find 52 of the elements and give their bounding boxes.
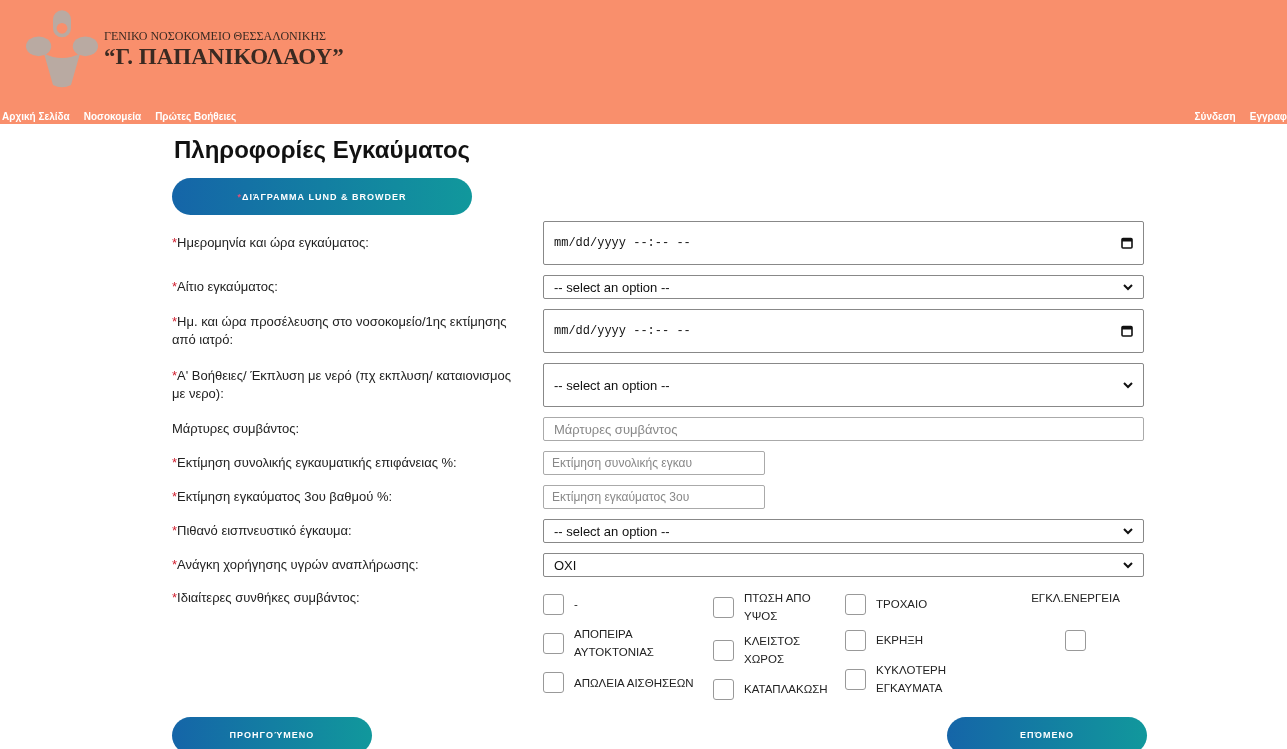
field-label: *Ημ. και ώρα προσέλευσης στο νοσοκομείο/1ης εκτίμησης από ιατρό: bbox=[172, 313, 508, 349]
previous-button[interactable]: ΠΡΟΗΓΟΎΜΕΝΟ bbox=[172, 716, 372, 749]
checkbox[interactable] bbox=[543, 593, 564, 615]
checkbox[interactable] bbox=[845, 593, 866, 615]
input-field[interactable]: Μάρτυρες συμβάντος bbox=[543, 417, 1144, 441]
chevron-icon bbox=[1123, 283, 1133, 291]
checkbox-label: ΑΠΟΠΕΙΡΑ ΑΥΤΟΚΤΟΝΙΑΣ bbox=[574, 627, 655, 661]
checkbox-label: ΑΠΩΛΕΙΑ ΑΙΣΘΗΣΕΩΝ bbox=[574, 675, 694, 691]
chevron-icon bbox=[1123, 527, 1133, 535]
checkbox-label: ΚΛΕΙΣΤΟΣ ΧΩΡΟΣ bbox=[744, 633, 802, 668]
logo-icon bbox=[26, 8, 98, 90]
next-button[interactable]: ΕΠΌΜΕΝΟ bbox=[947, 716, 1147, 749]
checkbox-label: ΚΑΤΑΠΛΑΚΩΣΗ bbox=[744, 682, 828, 698]
field-label: *Αίτιο εγκαύματος: bbox=[172, 278, 279, 296]
checkbox[interactable] bbox=[713, 596, 734, 618]
checkbox[interactable] bbox=[1065, 629, 1086, 651]
checkbox[interactable] bbox=[845, 629, 866, 651]
checkbox-label: ΕΚΡΗΞΗ bbox=[876, 632, 924, 648]
checkbox-label: ΚΥΚΛΟΤΕΡΗ ΕΓΚΑΥΜΑΤΑ bbox=[876, 663, 948, 697]
select-field[interactable]: -- select an option -- bbox=[543, 363, 1144, 407]
checkbox[interactable] bbox=[713, 679, 734, 701]
select-field[interactable]: -- select an option -- bbox=[543, 275, 1144, 299]
checkbox-label: ΠΤΩΣΗ ΑΠΟ ΥΨΟΣ bbox=[744, 591, 812, 625]
option-label: ΕΓΚΛ.ΕΝΕΡΓΕΙΑ bbox=[1031, 591, 1120, 606]
datetime-field[interactable]: mm/dd/yyyy --:-- -- bbox=[543, 309, 1144, 353]
select-field[interactable]: ΟΧΙ bbox=[543, 553, 1144, 577]
checkbox-label: ΤΡΟΧΑΙΟ bbox=[876, 596, 928, 612]
page-title: Πληροφορίες Εγκαύματος bbox=[174, 136, 471, 164]
input-field[interactable]: Εκτίμηση εγκαύματος 3ου bbox=[543, 485, 765, 509]
field-label: *Ιδιαίτερες συνθήκες συμβάντος: bbox=[172, 589, 361, 607]
hospital-subtitle: ΓΕΝΙΚΟ ΝΟΣΟΚΟΜΕΙΟ ΘΕΣΣΑΛΟΝΙΚΗΣ bbox=[104, 28, 328, 44]
chevron-icon bbox=[1123, 381, 1133, 389]
datetime-field[interactable]: mm/dd/yyyy --:-- -- bbox=[543, 221, 1144, 265]
hospital-title: “Γ. ΠΑΠΑΝΙΚΟΛΑΟΥ” bbox=[104, 43, 344, 70]
input-field[interactable]: Εκτίμηση συνολικής εγκαυ bbox=[543, 451, 765, 475]
checkbox[interactable] bbox=[713, 639, 734, 661]
select-field[interactable]: -- select an option -- bbox=[543, 519, 1144, 543]
checkbox-label: - bbox=[574, 596, 578, 612]
calendar-icon bbox=[1121, 325, 1133, 337]
field-label: *Εκτίμηση συνολικής εγκαυματικής επιφάνειας %: bbox=[172, 454, 458, 472]
field-label: *Εκτίμηση εγκαύματος 3ου βαθμού %: bbox=[172, 488, 394, 506]
diagram-button[interactable]: *ΔΙΆΓΡΑΜΜΑ LUND & BROWDER bbox=[172, 178, 472, 215]
checkbox[interactable] bbox=[543, 632, 564, 654]
field-label: *Ανάγκη χορήγησης υγρών αναπλήρωσης: bbox=[172, 556, 420, 574]
field-label: *Α' Βοήθειες/ Έκπλυση με νερό (πχ εκπλυση/ καταιονισμος με νερο): bbox=[172, 367, 513, 403]
checkbox[interactable] bbox=[845, 668, 866, 690]
chevron-icon bbox=[1123, 561, 1133, 569]
field-label: *Ημερομηνία και ώρα εγκαύματος: bbox=[172, 234, 370, 252]
calendar-icon bbox=[1121, 237, 1133, 249]
field-label: Μάρτυρες συμβάντος: bbox=[172, 420, 301, 438]
checkbox[interactable] bbox=[543, 672, 564, 694]
field-label: *Πιθανό εισπνευστικό έγκαυμα: bbox=[172, 522, 353, 540]
